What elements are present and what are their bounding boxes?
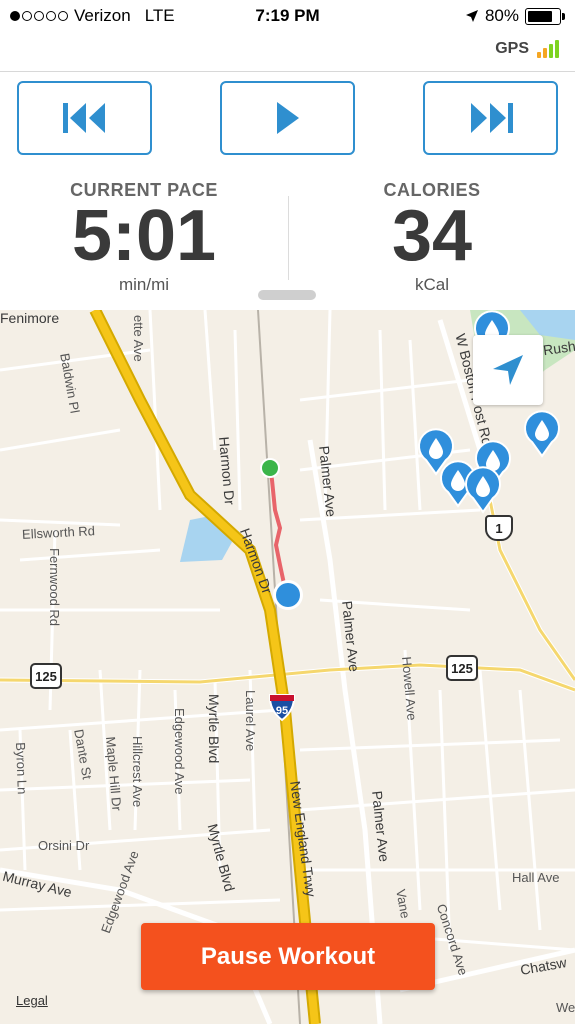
skip-forward-icon xyxy=(470,103,513,133)
gps-label: GPS xyxy=(495,40,529,57)
gps-indicator: GPS xyxy=(495,40,559,58)
street-label: Byron Ln xyxy=(13,742,30,795)
us-route-1-shield: 1 xyxy=(485,515,513,541)
header-divider xyxy=(0,71,575,72)
status-right: 80% xyxy=(465,6,565,26)
workout-stats: CURRENT PACE 5:01 min/mi CALORIES 34 kCa… xyxy=(0,170,575,300)
music-controls xyxy=(0,81,575,155)
street-label: Fenimore xyxy=(0,310,60,326)
street-label: Orsini Dr xyxy=(38,838,90,853)
pace-unit: min/mi xyxy=(118,275,170,294)
street-label: ette Ave xyxy=(131,315,146,362)
calories-stat: CALORIES 34 kCal xyxy=(288,170,575,295)
status-bar: Verizon LTE 7:19 PM 80% xyxy=(0,0,575,34)
street-label: Hall Ave xyxy=(512,870,560,885)
pace-stat: CURRENT PACE 5:01 min/mi xyxy=(0,170,288,295)
street-label: Fernwood Rd xyxy=(47,548,62,627)
pace-value: 5:01 xyxy=(71,196,217,276)
skip-back-icon xyxy=(62,103,105,133)
navigation-arrow-icon xyxy=(493,355,523,385)
map-view[interactable]: Fenimore Baldwin Pl ette Ave Harmon Dr H… xyxy=(0,310,575,1024)
current-location-marker xyxy=(273,580,303,610)
gps-signal-icon xyxy=(537,40,559,58)
street-label: Hillcrest Ave xyxy=(130,736,145,808)
previous-track-button[interactable] xyxy=(17,81,152,155)
next-track-button[interactable] xyxy=(423,81,558,155)
play-icon xyxy=(276,102,299,134)
location-arrow-icon xyxy=(465,10,478,22)
svg-text:95: 95 xyxy=(276,705,288,717)
pause-workout-button[interactable]: Pause Workout xyxy=(141,923,435,990)
route-125-shield: 125 xyxy=(30,663,62,689)
route-125-shield: 125 xyxy=(446,655,478,681)
battery-icon xyxy=(525,7,565,25)
battery-percent: 80% xyxy=(484,6,519,25)
water-fountain-icon[interactable] xyxy=(522,410,562,458)
street-label: We xyxy=(556,1000,575,1015)
street-label: Laurel Ave xyxy=(243,690,258,752)
calories-unit: kCal xyxy=(414,275,449,294)
recenter-location-button[interactable] xyxy=(473,335,543,405)
legal-link[interactable]: Legal xyxy=(16,993,48,1008)
route-start-marker xyxy=(260,458,280,478)
interstate-95-shield: 95 xyxy=(267,692,297,722)
drawer-handle[interactable] xyxy=(258,290,316,300)
street-label: Myrtle Blvd xyxy=(206,694,222,764)
calories-value: 34 xyxy=(391,196,473,276)
water-fountain-icon[interactable] xyxy=(463,466,503,514)
play-button[interactable] xyxy=(220,81,355,155)
street-label: Edgewood Ave xyxy=(172,708,187,795)
